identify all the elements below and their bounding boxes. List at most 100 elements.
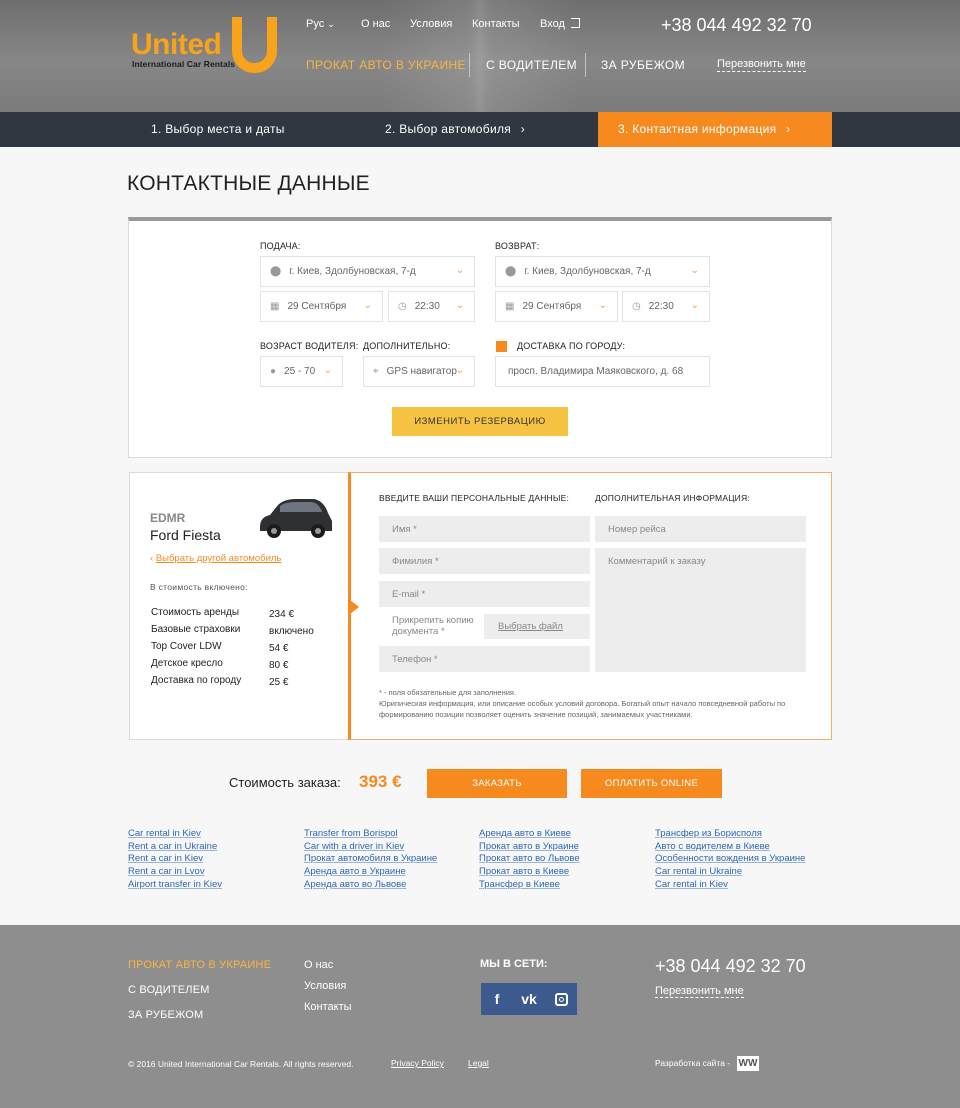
language-selector[interactable]: Рус ⌄ <box>306 18 335 30</box>
seo-link[interactable]: Аренда авто в Киеве <box>479 828 580 841</box>
return-location-select[interactable]: ⬤ г. Киев, Здолбуновская, 7-д ⌄ <box>495 256 710 287</box>
header-background-road <box>380 0 580 112</box>
car-code: EDMR <box>150 511 186 525</box>
chevron-down-icon: ⌄ <box>327 19 335 29</box>
menu-divider <box>469 53 470 77</box>
seo-link[interactable]: Прокат автомобиля в Украине <box>304 853 437 866</box>
footer-nav-with-driver[interactable]: С водителем <box>128 984 210 996</box>
seo-links-column: Car rental in Kiev Rent a car in Ukraine… <box>128 828 222 892</box>
step-3[interactable]: 3. Контактная информация › <box>618 122 790 136</box>
return-date-value: 29 Сентября <box>522 301 582 312</box>
change-reservation-button[interactable]: Изменить резервацию <box>392 407 568 436</box>
footer-callback-link[interactable]: Перезвонить мне <box>655 985 744 998</box>
age-label: Возраст водителя: <box>260 341 359 351</box>
nav-about[interactable]: О нас <box>361 18 390 30</box>
seo-link[interactable]: Особенности вождения в Украине <box>655 853 805 866</box>
page-title: КОНТАКТНЫЕ ДАННЫЕ <box>127 172 370 195</box>
return-time-select[interactable]: ◷ 22:30 ⌄ <box>622 291 710 322</box>
surname-input[interactable]: Фимилия * <box>379 548 590 574</box>
clock-icon: ◷ <box>632 301 641 312</box>
seo-link[interactable]: Car rental in Ukraine <box>655 866 805 879</box>
extra-label: Дополнительно: <box>363 341 451 351</box>
attach-document-label: Прикрепить копию документа * <box>392 615 474 637</box>
header-phone[interactable]: +38 044 492 32 70 <box>661 15 812 36</box>
developer-logo-icon[interactable]: WW <box>737 1056 759 1071</box>
footer-phone[interactable]: +38 044 492 32 70 <box>655 956 806 977</box>
chevron-down-icon: ⌄ <box>690 300 699 311</box>
menu-divider <box>585 53 586 77</box>
seo-link[interactable]: Rent a car in Lvov <box>128 866 222 879</box>
choose-file-button[interactable]: Выбрать файл <box>484 614 590 639</box>
chevron-right-icon: › <box>786 122 791 136</box>
chevron-down-icon: ⌄ <box>363 300 372 311</box>
pickup-time-select[interactable]: ◷ 22:30 ⌄ <box>388 291 475 322</box>
seo-link[interactable]: Car rental in Kiev <box>128 828 222 841</box>
nav-terms[interactable]: Условия <box>410 18 452 30</box>
order-total-price: 393 € <box>359 772 402 791</box>
return-date-select[interactable]: ▦ 29 Сентября ⌄ <box>495 291 618 322</box>
pay-online-button[interactable]: Оплатить online <box>581 769 722 798</box>
nav-contacts[interactable]: Контакты <box>472 18 520 30</box>
logo-u-shape[interactable] <box>232 17 277 73</box>
instagram-icon[interactable] <box>545 983 577 1015</box>
vk-icon[interactable]: vk <box>513 983 545 1015</box>
seo-link[interactable]: Аренда авто во Львове <box>304 879 437 892</box>
login-icon <box>570 18 580 28</box>
driver-age-value: 25 - 70 <box>284 366 316 377</box>
nav-with-driver[interactable]: С водителем <box>486 58 577 72</box>
order-comment-textarea[interactable]: Комментарий к заказу <box>595 548 806 672</box>
panel-arrow <box>350 600 359 614</box>
seo-link[interactable]: Прокат авто в Киеве <box>479 866 580 879</box>
seo-link[interactable]: Transfer from Borispol <box>304 828 437 841</box>
extras-select[interactable]: ⌖ GPS навигатор ⌄ <box>363 356 475 387</box>
driver-age-select[interactable]: ● 25 - 70 ⌄ <box>260 356 343 387</box>
nav-abroad[interactable]: За рубежом <box>601 58 685 72</box>
footer-link-contacts[interactable]: Контакты <box>304 1001 352 1013</box>
chevron-down-icon: ⌄ <box>598 300 607 311</box>
car-model: Ford Fiesta <box>150 527 221 543</box>
legal-link[interactable]: Legal <box>468 1058 489 1068</box>
footer-link-about[interactable]: О нас <box>304 959 333 971</box>
nav-rent-ukraine[interactable]: Прокат авто в Украине <box>306 58 466 72</box>
seo-link[interactable]: Трансфер в Киеве <box>479 879 580 892</box>
order-button[interactable]: Заказать <box>427 769 567 798</box>
calendar-icon: ▦ <box>270 301 280 312</box>
seo-link[interactable]: Прокат авто во Львове <box>479 853 580 866</box>
calendar-icon: ▦ <box>505 301 515 312</box>
pickup-date-select[interactable]: ▦ 29 Сентября ⌄ <box>260 291 383 322</box>
car-image <box>260 499 332 538</box>
flight-number-input[interactable]: Номер рейса <box>595 516 806 542</box>
login-link[interactable]: Вход <box>540 18 580 30</box>
footer-nav-rent-ukraine[interactable]: Прокат авто в Украине <box>128 959 271 971</box>
step-2[interactable]: 2. Выбор автомобиля › <box>385 122 525 136</box>
seo-link[interactable]: Аренда авто в Украине <box>304 866 437 879</box>
seo-link[interactable]: Rent a car in Kiev <box>128 853 222 866</box>
seo-link[interactable]: Rent a car in Ukraine <box>128 841 222 854</box>
email-input[interactable]: E-mail * <box>379 581 590 607</box>
required-note: * - поля обязательные для заполнения. <box>379 688 517 697</box>
privacy-policy-link[interactable]: Privacy Policy <box>391 1058 444 1068</box>
delivery-checkbox[interactable] <box>496 341 507 352</box>
seo-link[interactable]: Car with a driver in Kiev <box>304 841 437 854</box>
callback-link[interactable]: Перезвонить мне <box>717 58 806 72</box>
change-car-link[interactable]: ‹ Выбрать другой автомобиль <box>150 553 281 564</box>
chevron-left-icon: ‹ <box>150 553 154 564</box>
footer-link-terms[interactable]: Условия <box>304 980 346 992</box>
phone-input[interactable]: Телефон * <box>379 646 590 672</box>
name-input[interactable]: Имя * <box>379 516 590 542</box>
seo-link[interactable]: Car rental in Kiev <box>655 879 805 892</box>
logo-text[interactable]: United <box>131 28 222 62</box>
footer-nav-abroad[interactable]: За рубежом <box>128 1009 203 1021</box>
seo-link[interactable]: Трансфер из Борисполя <box>655 828 805 841</box>
seo-link[interactable]: Авто с водителем в Киеве <box>655 841 805 854</box>
included-item-name: Базовые страховки <box>151 624 241 635</box>
seo-link[interactable]: Прокат авто в Украине <box>479 841 580 854</box>
step-1[interactable]: 1. Выбор места и даты <box>151 122 285 136</box>
included-item-value: включено <box>269 626 314 637</box>
return-location-value: г. Киев, Здолбуновская, 7-д <box>524 266 651 277</box>
pickup-location-select[interactable]: ⬤ г. Киев, Здолбуновская, 7-д ⌄ <box>260 256 475 287</box>
seo-link[interactable]: Airport transfer in Kiev <box>128 879 222 892</box>
delivery-address-input[interactable]: просп. Владимира Маяковского, д. 68 <box>495 356 710 387</box>
included-item-name: Доставка по городу <box>151 675 242 686</box>
facebook-icon[interactable]: f <box>481 983 513 1015</box>
